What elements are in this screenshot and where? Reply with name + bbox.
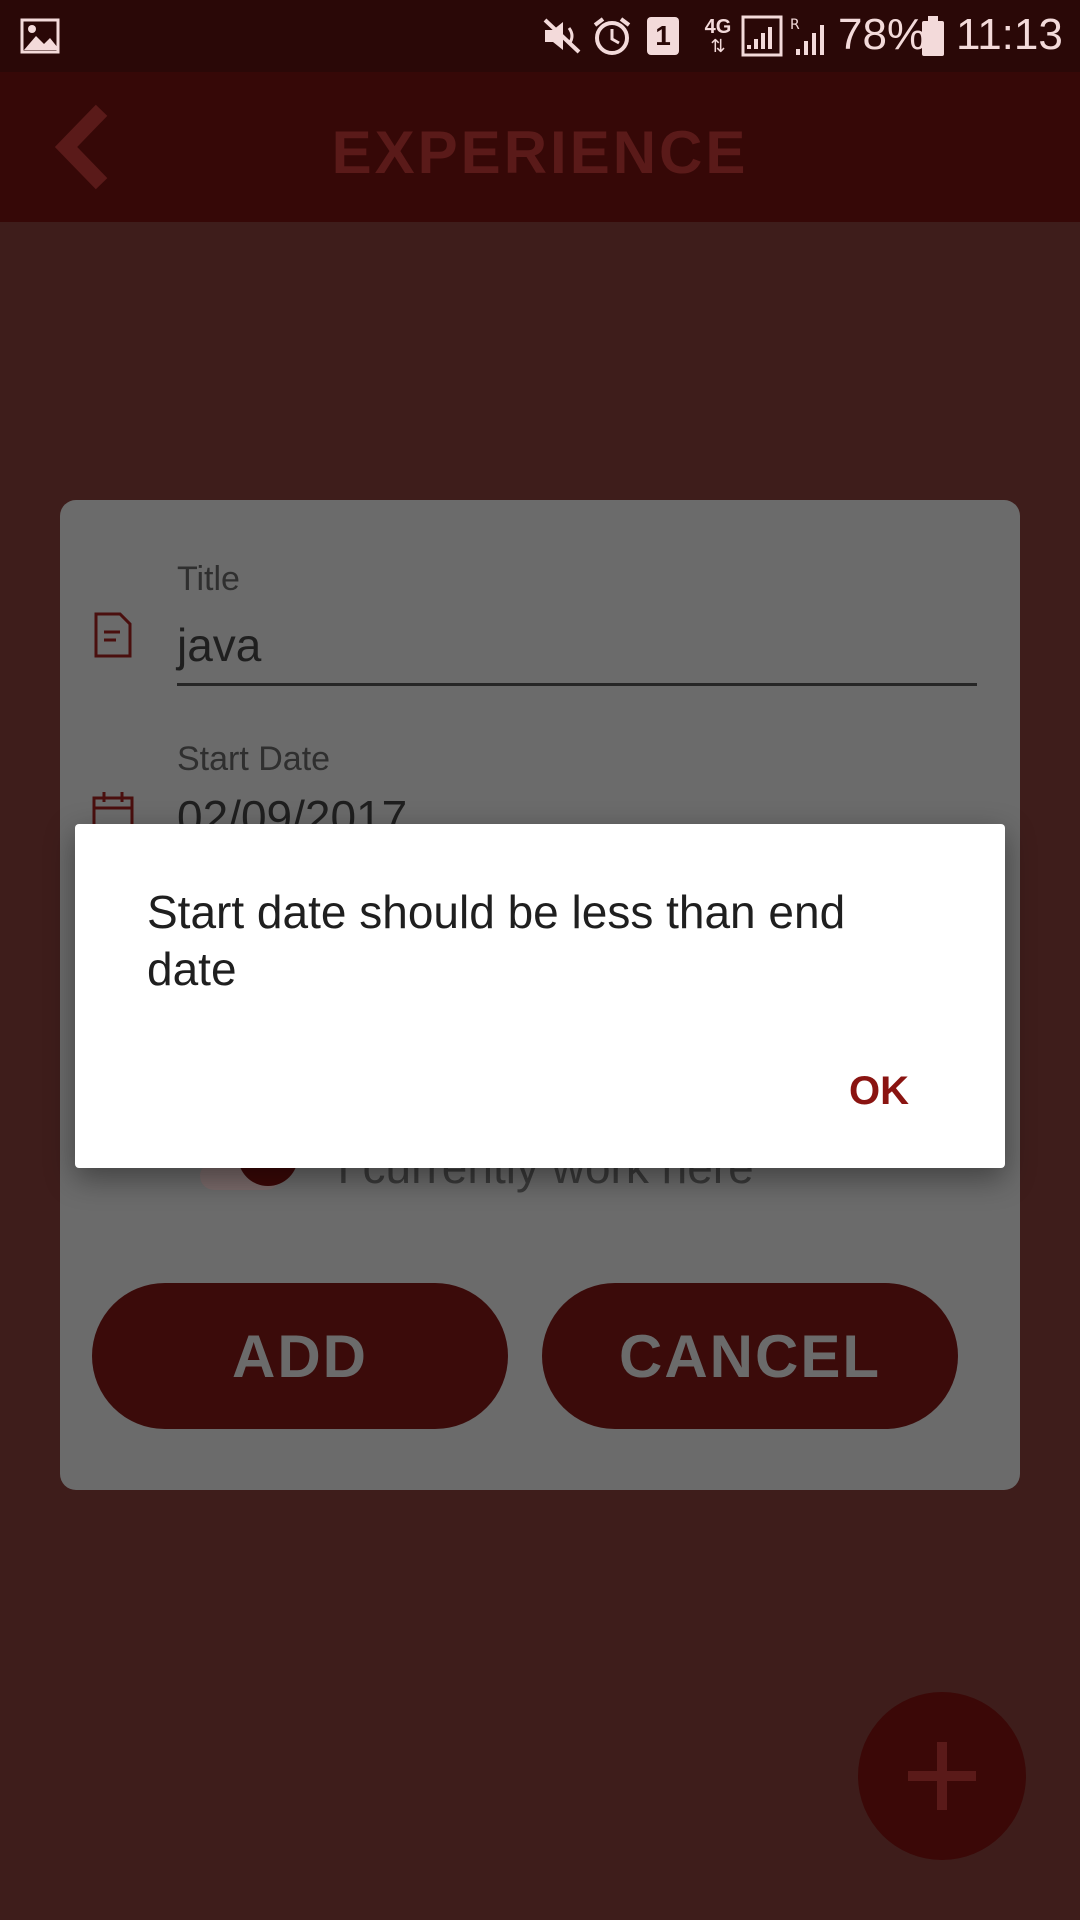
start-date-value: 02/09/2017 xyxy=(177,791,408,824)
title-input[interactable]: java xyxy=(177,618,261,672)
roaming-signal-icon: R xyxy=(790,14,830,58)
title-underline xyxy=(177,683,977,686)
svg-text:R: R xyxy=(790,17,800,33)
app-bar: EXPERIENCE xyxy=(0,72,1080,222)
add-button-label: ADD xyxy=(232,1322,368,1390)
start-date-input[interactable]: 02/09/2017 xyxy=(177,790,407,824)
calendar-icon xyxy=(90,790,136,824)
image-icon xyxy=(18,14,62,58)
dialog-message: Start date should be less than end date xyxy=(147,886,846,995)
start-date-label: Start Date xyxy=(177,740,331,778)
plus-icon xyxy=(908,1742,976,1810)
sim-badge-number: 1 xyxy=(647,17,679,55)
cancel-button-label: CANCEL xyxy=(619,1322,881,1390)
cancel-button[interactable]: CANCEL xyxy=(542,1283,958,1429)
mute-icon xyxy=(540,14,584,58)
title-label: Title xyxy=(177,560,240,598)
page-title: EXPERIENCE xyxy=(331,119,749,186)
network-type-label: 4G xyxy=(704,16,732,38)
add-fab-button[interactable] xyxy=(858,1692,1026,1860)
ok-button[interactable]: OK xyxy=(819,1056,939,1126)
battery-percent: 78% xyxy=(838,10,927,59)
sim-badge-icon: 1 xyxy=(645,14,681,58)
add-button[interactable]: ADD xyxy=(92,1283,508,1429)
alarm-icon xyxy=(590,14,634,58)
battery-icon xyxy=(918,14,948,58)
document-icon xyxy=(90,610,136,660)
clock: 11:13 xyxy=(956,10,1063,59)
network-icon: 4G ⇅ xyxy=(700,14,736,58)
status-bar: 1 4G ⇅ R 78% 11:13 xyxy=(0,0,1080,72)
alert-dialog: Start date should be less than end date … xyxy=(75,824,1005,1168)
signal-icon xyxy=(740,14,784,58)
data-arrows-icon: ⇅ xyxy=(710,36,726,56)
